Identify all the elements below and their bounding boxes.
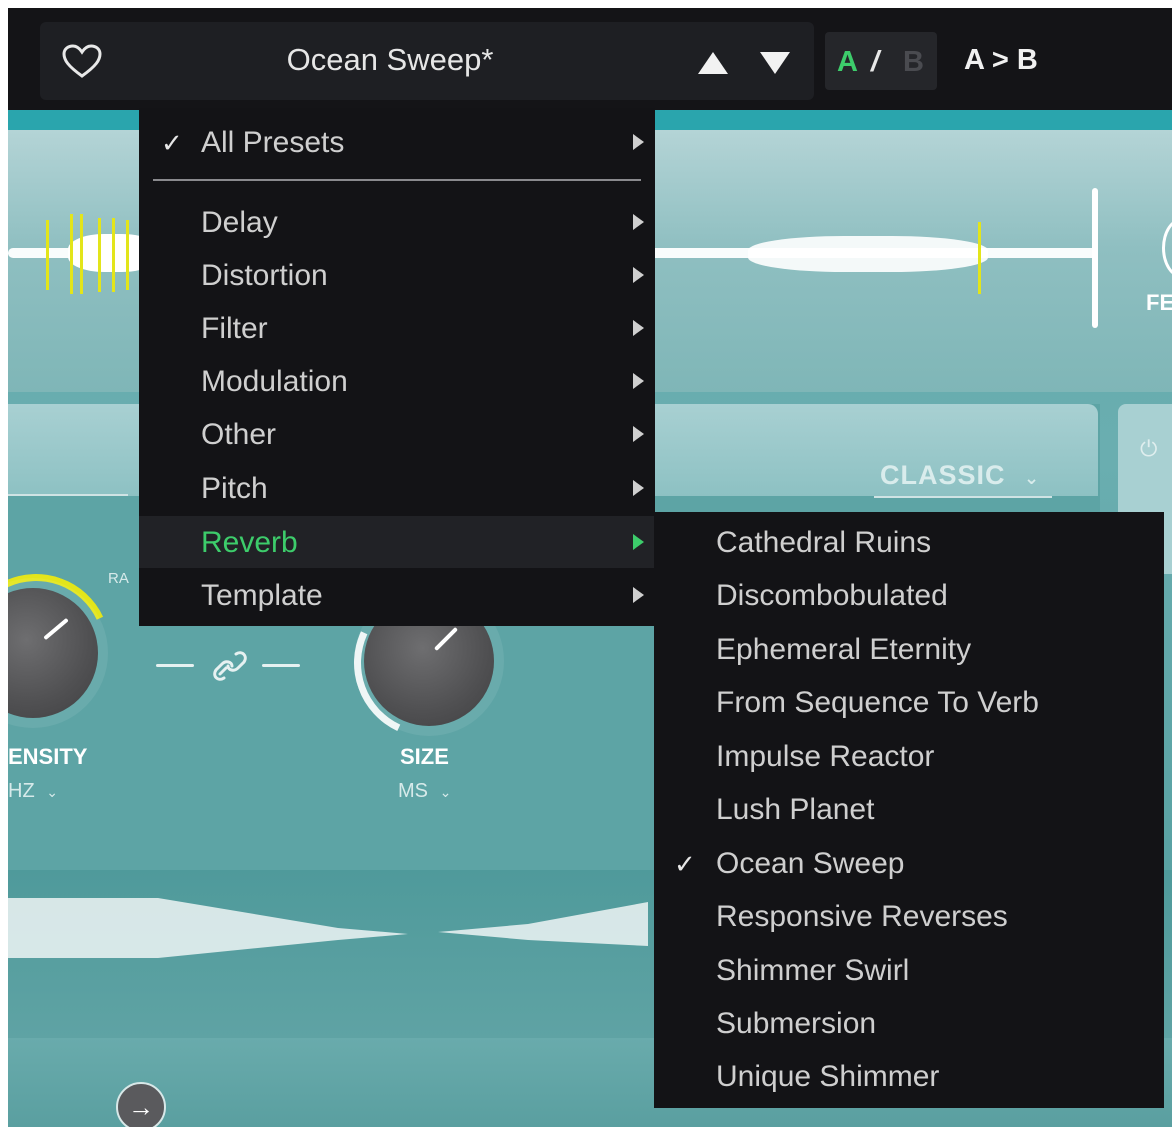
preset-item-label: Unique Shimmer	[716, 1060, 940, 1093]
preset-item-label: Responsive Reverses	[716, 900, 1008, 933]
ab-switch[interactable]: A / B	[825, 32, 937, 90]
preset-item[interactable]: Discombobulated	[654, 569, 1164, 622]
chevron-right-icon	[633, 426, 644, 442]
waveform-burst	[748, 236, 988, 272]
chevron-right-icon	[633, 214, 644, 230]
copy-a-to-b-button[interactable]: A > B	[964, 44, 1038, 77]
preset-item[interactable]: Cathedral Ruins	[654, 516, 1164, 569]
preset-item-selected[interactable]: ✓ Ocean Sweep	[654, 837, 1164, 890]
feedback-label: FE	[1146, 290, 1172, 315]
preset-selector[interactable]: Ocean Sweep*	[40, 22, 814, 100]
divider	[874, 496, 1052, 498]
menu-item-filter[interactable]: Filter	[139, 302, 655, 354]
menu-item-other[interactable]: Other	[139, 408, 655, 460]
heart-icon[interactable]	[62, 44, 102, 80]
menu-item-label: Modulation	[201, 365, 348, 398]
menu-item-label: Reverb	[201, 526, 298, 559]
triangle-up-icon[interactable]	[698, 52, 728, 74]
preset-item[interactable]: Ephemeral Eternity	[654, 623, 1164, 676]
waveform-end-marker	[1092, 188, 1098, 328]
preset-item-label: Ephemeral Eternity	[716, 633, 972, 666]
menu-item-template[interactable]: Template	[139, 569, 655, 621]
chevron-right-icon	[633, 267, 644, 283]
menu-item-distortion[interactable]: Distortion	[139, 249, 655, 301]
link-line	[262, 664, 300, 667]
preset-item-label: Ocean Sweep	[716, 847, 905, 880]
marker-tick	[978, 222, 981, 294]
menu-separator	[153, 179, 641, 181]
preset-item-label: Shimmer Swirl	[716, 954, 910, 987]
ab-a-label[interactable]: A	[837, 46, 858, 79]
mode-dropdown[interactable]: CLASSIC ⌄	[880, 460, 1040, 491]
menu-item-label: Pitch	[201, 472, 268, 505]
preset-item[interactable]: From Sequence To Verb	[654, 676, 1164, 729]
preset-item-label: From Sequence To Verb	[716, 686, 1039, 719]
preset-item[interactable]: Shimmer Swirl	[654, 944, 1164, 997]
menu-item-delay[interactable]: Delay	[139, 196, 655, 248]
preset-item-label: Submersion	[716, 1007, 877, 1040]
preset-item-label: Impulse Reactor	[716, 740, 935, 773]
chevron-right-icon	[633, 587, 644, 603]
plugin-window: Ocean Sweep* A / B A > B FE CLASSIC ⌄ ⏻ …	[8, 8, 1172, 1127]
preset-item[interactable]: Impulse Reactor	[654, 730, 1164, 783]
chevron-down-icon: ⌄	[439, 784, 452, 800]
chevron-right-icon	[633, 534, 644, 550]
checkmark-icon: ✓	[674, 849, 696, 879]
chevron-down-icon: ⌄	[46, 784, 58, 800]
preset-item-label: Cathedral Ruins	[716, 526, 932, 559]
triangle-down-icon[interactable]	[760, 52, 790, 74]
marker-tick	[46, 220, 49, 290]
chevron-right-icon	[633, 134, 644, 150]
menu-item-label: All Presets	[201, 126, 345, 159]
rate-label: RA	[108, 570, 129, 587]
preset-item-label: Lush Planet	[716, 793, 875, 826]
preset-item[interactable]: Responsive Reverses	[654, 890, 1164, 943]
link-line	[156, 664, 194, 667]
marker-tick	[126, 220, 129, 290]
power-icon[interactable]: ⏻	[1140, 436, 1164, 461]
preset-item[interactable]: Submersion	[654, 997, 1164, 1050]
chevron-right-icon	[633, 480, 644, 496]
preset-item[interactable]: Unique Shimmer	[654, 1050, 1164, 1103]
menu-item-label: Delay	[201, 206, 278, 239]
marker-tick	[112, 218, 115, 292]
marker-tick	[98, 218, 101, 292]
size-unit-dropdown[interactable]: MS ⌄	[398, 780, 451, 803]
ab-separator: /	[871, 46, 880, 78]
chevron-right-icon	[633, 373, 644, 389]
divider	[8, 494, 128, 496]
knob-indicator	[433, 626, 459, 652]
size-unit: MS	[398, 780, 428, 802]
menu-item-all-presets[interactable]: ✓ All Presets	[139, 116, 655, 168]
preset-item-label: Discombobulated	[716, 579, 948, 612]
chevron-right-icon	[633, 320, 644, 336]
knob-indicator	[43, 617, 69, 641]
density-label: ENSITY	[8, 744, 88, 769]
menu-item-label: Template	[201, 579, 323, 612]
chevron-down-icon: ⌄	[1024, 468, 1041, 488]
menu-item-pitch[interactable]: Pitch	[139, 462, 655, 514]
density-unit-dropdown[interactable]: HZ ⌄	[8, 780, 58, 803]
menu-item-label: Filter	[201, 312, 268, 345]
menu-item-reverb[interactable]: Reverb	[139, 516, 655, 568]
menu-item-modulation[interactable]: Modulation	[139, 355, 655, 407]
mode-label: CLASSIC	[880, 460, 1006, 490]
top-bar: Ocean Sweep* A / B A > B	[8, 8, 1172, 110]
menu-item-label: Other	[201, 418, 277, 451]
link-icon[interactable]	[210, 648, 250, 684]
ab-b-label[interactable]: B	[903, 46, 924, 79]
reverb-preset-submenu: Cathedral Ruins Discombobulated Ephemera…	[654, 512, 1164, 1108]
marker-tick	[70, 214, 73, 294]
preset-item[interactable]: Lush Planet	[654, 783, 1164, 836]
density-unit: HZ	[8, 780, 35, 802]
arrow-right-icon[interactable]: →	[116, 1082, 166, 1127]
link-control[interactable]	[156, 646, 300, 686]
checkmark-icon: ✓	[161, 128, 183, 158]
preset-category-menu: ✓ All Presets Delay Distortion Filter Mo…	[139, 108, 655, 626]
size-label: SIZE	[400, 744, 449, 769]
menu-item-label: Distortion	[201, 259, 328, 292]
marker-tick	[80, 214, 83, 294]
preset-name[interactable]: Ocean Sweep*	[190, 42, 590, 78]
